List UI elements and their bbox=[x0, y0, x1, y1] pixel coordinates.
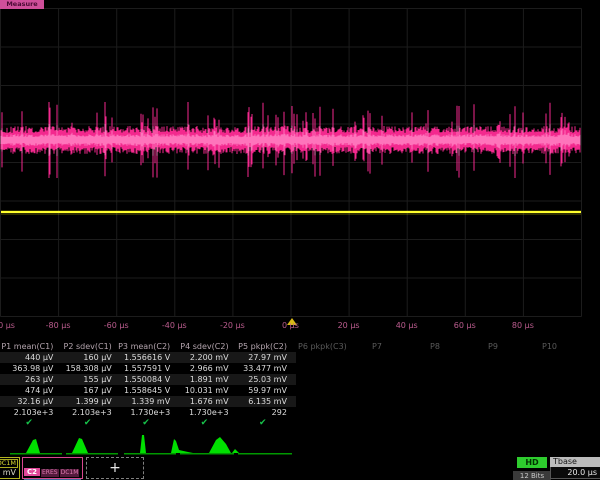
table-row: 440 µV160 µV1.556616 V2.200 mV27.97 mV bbox=[0, 352, 296, 363]
parameter-header-inactive[interactable]: P6 pkpk(C3) bbox=[298, 341, 347, 352]
table-cell: 1.399 µV bbox=[58, 396, 116, 407]
c1-coupling-badge: DC1M bbox=[0, 459, 18, 468]
channel-descriptor-c2[interactable]: C2ERESDC1M 10.0 mV bbox=[22, 457, 83, 479]
table-cell: 1.730e+3 bbox=[117, 407, 175, 418]
parameter-header[interactable]: P2 sdev(C1) bbox=[58, 341, 116, 352]
table-cell: 1.558645 V bbox=[117, 385, 175, 396]
oscilloscope-screen: Measure -100 µs-80 µs-60 µs-40 µs-20 µs0… bbox=[0, 0, 600, 480]
table-cell: 2.200 mV bbox=[175, 352, 233, 363]
table-cell: 263 µV bbox=[0, 374, 58, 385]
time-axis-label: 40 µs bbox=[379, 321, 435, 330]
c1-scale-value: 10.0 mV bbox=[0, 468, 18, 478]
table-cell: 27.97 mV bbox=[234, 352, 292, 363]
table-cell: 59.97 mV bbox=[234, 385, 292, 396]
table-row: 474 µV167 µV1.558645 V10.031 mV59.97 mV bbox=[0, 385, 296, 396]
table-cell: 158.308 µV bbox=[58, 363, 116, 374]
table-cell: 292 bbox=[234, 407, 292, 418]
parameter-header[interactable]: P1 mean(C1) bbox=[0, 341, 58, 352]
table-cell: 6.135 mV bbox=[234, 396, 292, 407]
measurement-histicons[interactable] bbox=[0, 432, 300, 458]
table-cell: 33.477 mV bbox=[234, 363, 292, 374]
status-check: ✔ bbox=[0, 418, 58, 429]
status-check: ✔ bbox=[234, 418, 292, 429]
graticule bbox=[1, 9, 582, 317]
table-cell: 167 µV bbox=[58, 385, 116, 396]
parameter-header[interactable]: P5 pkpk(C2) bbox=[234, 341, 292, 352]
parameter-header-inactive[interactable]: P9 bbox=[488, 341, 498, 352]
c2-eres-badge: ERES bbox=[41, 469, 59, 477]
waveform-display[interactable] bbox=[0, 0, 600, 336]
table-row: 263 µV155 µV1.550084 V1.891 mV25.03 mV bbox=[0, 374, 296, 385]
status-check: ✔ bbox=[58, 418, 116, 429]
table-cell: 1.339 mV bbox=[117, 396, 175, 407]
timebase-value: 20.0 µs bbox=[550, 467, 600, 479]
parameter-header-inactive[interactable]: P8 bbox=[430, 341, 440, 352]
measurement-table: P1 mean(C1)P2 sdev(C1)P3 mean(C2)P4 sdev… bbox=[0, 341, 296, 429]
top-left-tag[interactable]: Measure bbox=[0, 0, 44, 9]
histicon-shapes bbox=[26, 435, 239, 453]
table-cell: 1.550084 V bbox=[117, 374, 175, 385]
time-axis-label: 60 µs bbox=[437, 321, 493, 330]
table-row: 2.103e+32.103e+31.730e+31.730e+3292 bbox=[0, 407, 296, 418]
time-axis-label: 0 µs bbox=[263, 321, 319, 330]
c2-coupling-badge: DC1M bbox=[60, 469, 80, 477]
table-cell: 363.98 µV bbox=[0, 363, 58, 374]
c2-label: C2 bbox=[24, 468, 40, 476]
status-check: ✔ bbox=[175, 418, 233, 429]
time-axis-label: 20 µs bbox=[321, 321, 377, 330]
table-cell: 2.966 mV bbox=[175, 363, 233, 374]
histicon-baselines bbox=[10, 453, 292, 455]
add-trace-button[interactable]: + bbox=[86, 457, 144, 479]
time-axis-label: -80 µs bbox=[30, 321, 86, 330]
time-axis-label: -100 µs bbox=[0, 321, 28, 330]
time-axis-label: 80 µs bbox=[495, 321, 551, 330]
table-cell: 25.03 mV bbox=[234, 374, 292, 385]
table-cell: 32.16 µV bbox=[0, 396, 58, 407]
parameter-header-inactive[interactable]: P7 bbox=[372, 341, 382, 352]
timebase-descriptor[interactable]: Tbase 20.0 µs bbox=[550, 457, 600, 480]
parameter-header[interactable]: P4 sdev(C2) bbox=[175, 341, 233, 352]
parameter-header[interactable]: P3 mean(C2) bbox=[117, 341, 175, 352]
table-cell: 1.556616 V bbox=[117, 352, 175, 363]
table-row: 363.98 µV158.308 µV1.557591 V2.966 mV33.… bbox=[0, 363, 296, 374]
table-cell: 160 µV bbox=[58, 352, 116, 363]
table-cell: 1.557591 V bbox=[117, 363, 175, 374]
time-axis-label: -40 µs bbox=[146, 321, 202, 330]
table-cell: 2.103e+3 bbox=[0, 407, 58, 418]
table-row: ✔✔✔✔✔ bbox=[0, 418, 296, 429]
parameter-header-inactive[interactable]: P10 bbox=[542, 341, 557, 352]
time-axis-label: -20 µs bbox=[204, 321, 260, 330]
table-row: 32.16 µV1.399 µV1.339 mV1.676 mV6.135 mV bbox=[0, 396, 296, 407]
table-cell: 1.730e+3 bbox=[175, 407, 233, 418]
status-check: ✔ bbox=[117, 418, 175, 429]
timebase-title: Tbase bbox=[550, 457, 600, 467]
table-row: P1 mean(C1)P2 sdev(C1)P3 mean(C2)P4 sdev… bbox=[0, 341, 296, 352]
table-cell: 440 µV bbox=[0, 352, 58, 363]
table-cell: 155 µV bbox=[58, 374, 116, 385]
channel-descriptor-c1[interactable]: DC1M 10.0 mV bbox=[0, 457, 20, 479]
table-cell: 1.676 mV bbox=[175, 396, 233, 407]
hd-bits-label: 12 Bits bbox=[513, 471, 551, 480]
table-cell: 10.031 mV bbox=[175, 385, 233, 396]
table-cell: 1.891 mV bbox=[175, 374, 233, 385]
table-cell: 474 µV bbox=[0, 385, 58, 396]
table-cell: 2.103e+3 bbox=[58, 407, 116, 418]
time-axis-label: -60 µs bbox=[88, 321, 144, 330]
hd-mode-badge[interactable]: HD bbox=[517, 457, 547, 468]
